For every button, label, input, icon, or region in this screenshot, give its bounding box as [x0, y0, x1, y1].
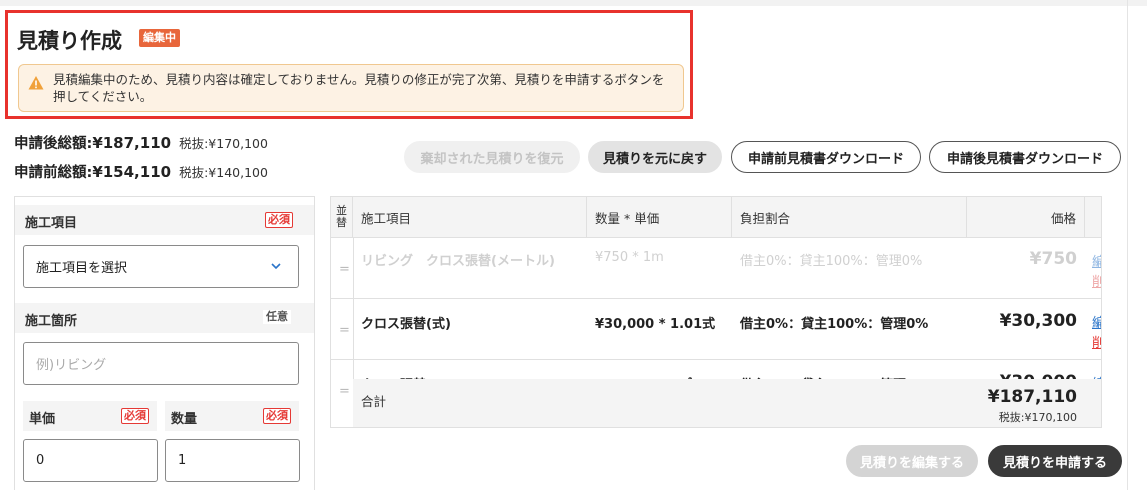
table-summary-row: 合計 ¥187,110 税抜:¥170,100: [353, 379, 1101, 427]
row-price: ¥750: [1029, 249, 1077, 269]
delete-link[interactable]: 削除: [1092, 271, 1101, 290]
row-qty-price: ¥750 * 1m: [595, 250, 664, 265]
total-after-tax: 税抜:¥170,100: [179, 136, 268, 151]
summary-label: 合計: [361, 394, 387, 409]
total-before-value: ¥154,110: [92, 163, 172, 181]
unit-price-input[interactable]: 0: [23, 439, 158, 482]
editing-status-badge: 編集中: [139, 29, 180, 47]
download-after-button[interactable]: 申請後見積書ダウンロード: [929, 141, 1121, 173]
estimate-page: 見積り作成 編集中 見積編集中のため、見積り内容は確定しておりません。見積りの修…: [0, 0, 1147, 490]
quantity-value: 1: [178, 453, 187, 468]
actions-column-header: [1085, 197, 1101, 237]
sort-column-header: 並替: [331, 197, 353, 237]
total-after-row: 申請後総額: ¥187,110 税抜:¥170,100: [14, 132, 268, 161]
header-highlight-box: 見積り作成 編集中 見積編集中のため、見積り内容は確定しておりません。見積りの修…: [5, 10, 693, 119]
summary-tax: 税抜:¥170,100: [998, 411, 1077, 424]
row-share: 借主0%：貸主100%：管理0%: [740, 254, 923, 269]
page-title: 見積り作成: [17, 29, 122, 53]
restore-rejected-button[interactable]: 棄却された見積りを復元: [404, 141, 580, 173]
table-row: = リビング クロス張替(メートル) ¥750 * 1m 借主0%：貸主100%…: [331, 237, 1101, 298]
summary-total: ¥187,110: [987, 387, 1077, 407]
qty-price-column-header: 数量 * 単価: [587, 197, 732, 237]
row-price: ¥30,300: [999, 311, 1077, 331]
edit-estimate-button[interactable]: 見積りを編集する: [846, 445, 978, 477]
location-input-placeholder: 例)リビング: [36, 358, 107, 373]
edit-link[interactable]: 編集: [1092, 312, 1101, 331]
editing-notice: 見積編集中のため、見積り内容は確定しておりません。見積りの修正が完了次第、見積り…: [18, 64, 684, 112]
item-entry-form: 施工項目 必須 施工項目を選択 施工箇所 任意 例)リビング 単価 必須 数量 …: [14, 196, 315, 490]
quantity-field-header: 数量 必須: [165, 401, 299, 431]
row-item: クロス張替(式): [361, 317, 451, 332]
item-select[interactable]: 施工項目を選択: [23, 245, 299, 288]
optional-tag: 任意: [263, 310, 291, 324]
item-select-placeholder: 施工項目を選択: [36, 261, 128, 276]
item-field-header: 施工項目 必須: [15, 205, 314, 235]
item-column-header: 施工項目: [353, 197, 587, 237]
table-row: = クロス張替(式) ¥30,000 * 1.01式 借主0%：貸主100%：管…: [331, 298, 1101, 359]
drag-handle-icon[interactable]: =: [339, 262, 350, 277]
totals-summary: 申請後総額: ¥187,110 税抜:¥170,100 申請前総額: ¥154,…: [14, 132, 268, 190]
warning-icon: [28, 76, 44, 90]
estimate-items-table: 並替 施工項目 数量 * 単価 負担割合 価格 = リビング クロス張替(メート…: [330, 196, 1102, 428]
submit-estimate-button[interactable]: 見積りを申請する: [988, 445, 1122, 477]
unit-price-value: 0: [36, 453, 45, 468]
notice-text: 見積編集中のため、見積り内容は確定しておりません。見積りの修正が完了次第、見積り…: [53, 72, 665, 104]
edit-link[interactable]: 編集: [1092, 251, 1101, 270]
total-before-row: 申請前総額: ¥154,110 税抜:¥140,100: [14, 161, 268, 190]
download-before-button[interactable]: 申請前見積書ダウンロード: [731, 141, 921, 173]
drag-handle-icon[interactable]: =: [339, 323, 350, 338]
right-divider: [1127, 0, 1128, 490]
quantity-field-label: 数量: [171, 412, 198, 427]
location-input[interactable]: 例)リビング: [23, 342, 299, 385]
price-column-header: 価格: [967, 197, 1085, 237]
total-before-tax: 税抜:¥140,100: [179, 165, 268, 180]
total-after-label: 申請後総額:: [14, 136, 93, 152]
quantity-input[interactable]: 1: [165, 439, 300, 482]
row-qty-price: ¥30,000 * 1.01式: [595, 317, 716, 332]
chevron-down-icon: [271, 263, 281, 270]
drag-handle-icon[interactable]: =: [339, 384, 350, 399]
item-field-label: 施工項目: [25, 216, 78, 231]
unit-price-field-label: 単価: [29, 412, 56, 427]
required-tag: 必須: [121, 408, 149, 424]
required-tag: 必須: [265, 212, 293, 228]
location-field-label: 施工箇所: [25, 314, 78, 329]
total-after-value: ¥187,110: [92, 134, 172, 152]
location-field-header: 施工箇所 任意: [15, 303, 314, 333]
unit-price-field-header: 単価 必須: [23, 401, 157, 431]
delete-link[interactable]: 削除: [1092, 332, 1101, 351]
row-share: 借主0%：貸主100%：管理0%: [740, 317, 929, 332]
share-column-header: 負担割合: [732, 197, 967, 237]
required-tag: 必須: [263, 408, 291, 424]
revert-estimate-button[interactable]: 見積りを元に戻す: [588, 141, 722, 173]
top-divider: [0, 0, 1147, 6]
total-before-label: 申請前総額:: [14, 165, 93, 181]
row-item: リビング クロス張替(メートル): [361, 254, 555, 269]
